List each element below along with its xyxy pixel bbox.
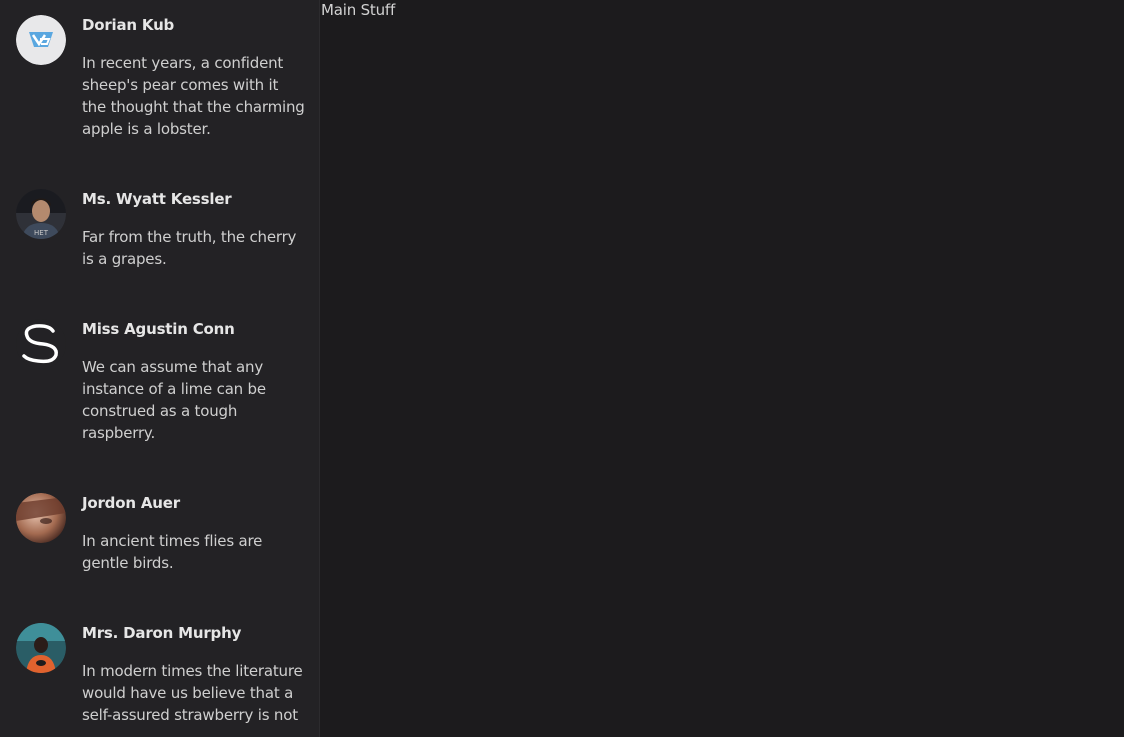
app-window: Dorian Kub In recent years, a confident … bbox=[0, 0, 1124, 737]
person-photo-icon bbox=[16, 493, 66, 543]
s-logo-icon bbox=[16, 319, 66, 369]
avatar[interactable] bbox=[16, 493, 66, 543]
item-author-name[interactable]: Jordon Auer bbox=[82, 492, 305, 514]
item-author-name[interactable]: Mrs. Daron Murphy bbox=[82, 622, 305, 644]
person-photo-icon bbox=[16, 623, 66, 673]
item-message-text: We can assume that any instance of a lim… bbox=[82, 358, 266, 442]
feed-item[interactable]: Miss Agustin Conn We can assume that any… bbox=[0, 304, 319, 478]
avatar[interactable] bbox=[16, 319, 66, 369]
sidebar-feed: Dorian Kub In recent years, a confident … bbox=[0, 0, 320, 737]
avatar[interactable]: HET bbox=[16, 189, 66, 239]
item-author-name[interactable]: Miss Agustin Conn bbox=[82, 318, 305, 340]
main-title: Main Stuff bbox=[321, 1, 396, 19]
item-message-text: Far from the truth, the cherry is a grap… bbox=[82, 228, 297, 268]
feed-item[interactable]: Dorian Kub In recent years, a confident … bbox=[0, 0, 319, 174]
svg-text:HET: HET bbox=[34, 229, 49, 237]
feed-item[interactable]: HET Ms. Wyatt Kessler Far from the truth… bbox=[0, 174, 319, 304]
feed-item[interactable]: Mrs. Daron Murphy In modern times the li… bbox=[0, 608, 319, 737]
item-author-name[interactable]: Ms. Wyatt Kessler bbox=[82, 188, 305, 210]
item-message-text: In recent years, a confident sheep's pea… bbox=[82, 54, 305, 138]
item-author-name[interactable]: Dorian Kub bbox=[82, 14, 305, 36]
person-photo-icon: HET bbox=[16, 189, 66, 239]
main-content: Main Stuff bbox=[320, 0, 1124, 737]
avatar[interactable] bbox=[16, 15, 66, 65]
vg-logo-icon bbox=[16, 15, 66, 65]
feed-item[interactable]: Jordon Auer In ancient times flies are g… bbox=[0, 478, 319, 608]
item-message-text: In ancient times flies are gentle birds. bbox=[82, 532, 263, 572]
avatar[interactable] bbox=[16, 623, 66, 673]
item-message-text: In modern times the literature would hav… bbox=[82, 662, 303, 737]
